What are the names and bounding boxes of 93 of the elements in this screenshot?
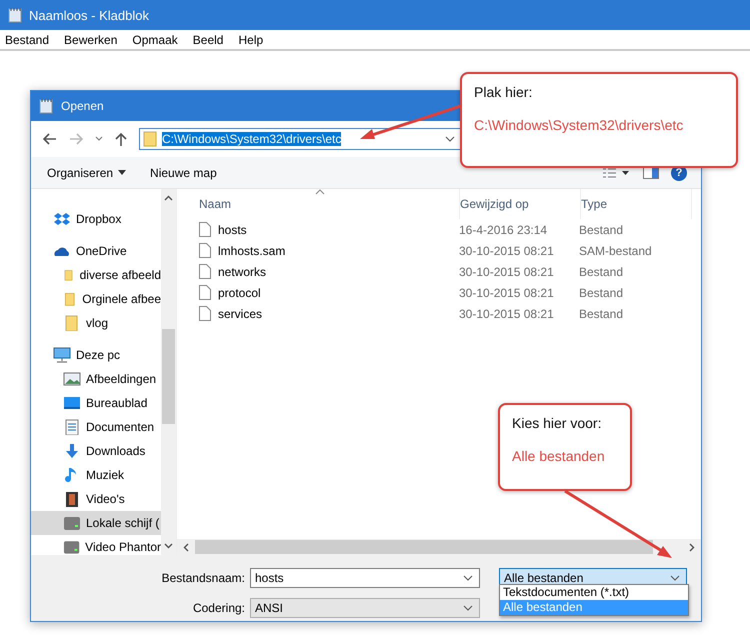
sidebar-item[interactable]: vlog <box>31 311 161 335</box>
file-name: hosts <box>218 222 247 236</box>
chevron-down-icon <box>463 605 473 611</box>
chevron-up-icon[interactable] <box>164 195 173 201</box>
callout-title: Plak hier: <box>474 84 534 100</box>
file-type: Bestand <box>579 222 624 236</box>
file-name: networks <box>218 264 266 278</box>
column-header[interactable]: Type <box>581 189 692 219</box>
filename-label: Bestandsnaam: <box>160 571 246 585</box>
chevron-left-icon[interactable] <box>183 542 189 552</box>
chevron-down-icon <box>463 575 473 581</box>
drive-icon <box>63 539 80 555</box>
preview-pane-icon[interactable] <box>643 166 659 178</box>
encoding-label: Codering: <box>192 601 246 615</box>
film-icon <box>63 491 81 507</box>
window-title: Naamloos - Kladblok <box>29 8 149 22</box>
file-date: 30-10-2015 08:21 <box>459 286 555 300</box>
column-header[interactable]: Naam <box>177 189 460 219</box>
address-field[interactable]: C:\Windows\System32\drivers\etc <box>139 128 462 150</box>
file-date: 16-4-2016 23:14 <box>459 222 548 236</box>
scrollbar-thumb[interactable] <box>162 329 175 424</box>
document-icon <box>199 264 211 279</box>
file-row[interactable]: hosts 16-4-2016 23:14 Bestand <box>177 219 701 240</box>
sidebar-item[interactable]: Bureaublad <box>31 391 161 415</box>
file-type: Bestand <box>579 264 624 278</box>
file-date: 30-10-2015 08:21 <box>459 264 555 278</box>
menu-item[interactable]: Help <box>238 32 264 46</box>
sidebar-item[interactable]: Afbeeldingen <box>31 367 161 391</box>
sidebar-item[interactable]: Muziek <box>31 463 161 487</box>
file-row[interactable]: protocol 30-10-2015 08:21 Bestand <box>177 282 701 303</box>
file-name: lmhosts.sam <box>218 244 286 258</box>
file-date: 30-10-2015 08:21 <box>459 306 555 320</box>
chevron-down-icon[interactable] <box>445 136 455 142</box>
document-icon <box>199 243 211 258</box>
sidebar-item[interactable]: Documenten <box>31 415 161 439</box>
sidebar-item[interactable]: Lokale schijf ( <box>31 511 161 535</box>
dropdown-option[interactable]: Tekstdocumenten (*.txt) <box>500 585 688 600</box>
organize-button[interactable]: Organiseren <box>41 164 132 182</box>
sidebar-item[interactable]: Downloads <box>31 439 161 463</box>
document-icon <box>199 306 211 321</box>
menu-item[interactable]: Bewerken <box>64 32 118 46</box>
encoding-dropdown[interactable]: ANSI <box>250 598 480 618</box>
document-icon <box>199 222 211 237</box>
scrollbar[interactable] <box>161 189 176 555</box>
scrollbar[interactable] <box>177 539 701 555</box>
sidebar-item[interactable]: OneDrive <box>31 239 161 263</box>
caret-icon <box>118 170 126 175</box>
sidebar-item[interactable]: Video's <box>31 487 161 511</box>
menu-item[interactable]: Opmaak <box>132 32 178 46</box>
file-row[interactable]: services 30-10-2015 08:21 Bestand <box>177 303 701 324</box>
sidebar-item[interactable]: Dropbox <box>31 207 161 231</box>
folder-icon <box>63 291 78 307</box>
callout-text: C:\Windows\System32\drivers\etc <box>474 117 684 133</box>
dialog-title: Openen <box>61 99 104 113</box>
filename-field[interactable]: hosts <box>250 568 480 588</box>
file-name: protocol <box>218 286 261 300</box>
document-icon <box>199 285 211 300</box>
folder-icon <box>63 267 75 283</box>
notepad-icon <box>39 98 53 114</box>
file-row[interactable]: networks 30-10-2015 08:21 Bestand <box>177 261 701 282</box>
sort-caret-icon <box>315 189 325 195</box>
sidebar-item[interactable]: Deze pc <box>31 343 161 367</box>
picture-icon <box>63 371 81 387</box>
file-type: Bestand <box>579 306 624 320</box>
file-name: services <box>218 306 262 320</box>
file-row[interactable]: lmhosts.sam 30-10-2015 08:21 SAM-bestand <box>177 240 701 261</box>
folder-icon <box>143 131 157 147</box>
sidebar-item[interactable]: diverse afbeeld <box>31 263 161 287</box>
chevron-down-icon[interactable] <box>95 136 103 142</box>
file-type: Bestand <box>579 286 624 300</box>
menu-item[interactable]: Bestand <box>5 32 50 46</box>
back-icon[interactable] <box>43 133 57 145</box>
monitor-icon <box>53 347 71 363</box>
drive-icon <box>63 515 81 531</box>
up-arrow-icon[interactable] <box>115 132 127 146</box>
chevron-down-icon[interactable] <box>164 543 173 549</box>
file-date: 30-10-2015 08:21 <box>459 244 555 258</box>
sidebar-item[interactable]: Orginele afbee <box>31 287 161 311</box>
view-options-icon[interactable] <box>603 168 631 178</box>
document-icon <box>63 419 81 435</box>
callout-text: Alle bestanden <box>512 448 606 464</box>
scrollbar-thumb[interactable] <box>195 540 653 554</box>
chevron-right-icon[interactable] <box>689 542 695 552</box>
sidebar-item[interactable]: Video Phantor <box>31 535 161 555</box>
callout-title: Kies hier voor: <box>512 415 602 431</box>
new-folder-button[interactable]: Nieuwe map <box>144 164 223 182</box>
column-header[interactable]: Gewijzigd op <box>460 189 581 219</box>
chevron-down-icon <box>670 575 680 581</box>
file-type: SAM-bestand <box>579 244 653 258</box>
notepad-icon <box>8 7 22 23</box>
desktop-icon <box>63 395 81 411</box>
menu-item[interactable]: Beeld <box>192 32 224 46</box>
download-icon <box>63 443 81 459</box>
